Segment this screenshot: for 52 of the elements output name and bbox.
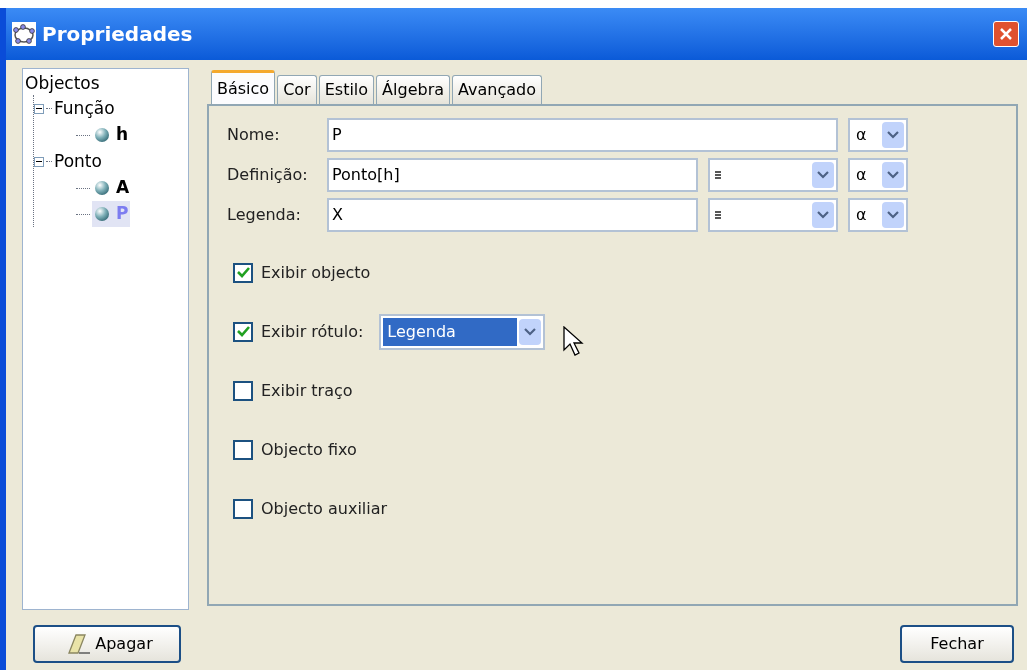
collapse-toggle[interactable] <box>34 103 44 114</box>
checkbox-label: Exibir rótulo: <box>261 320 364 343</box>
checkbox[interactable] <box>233 439 253 460</box>
chevron-down-icon <box>817 171 829 179</box>
sphere-icon <box>94 180 110 196</box>
chevron-down-icon <box>524 327 537 336</box>
chevron-down-icon <box>887 131 899 139</box>
checkbox-label: Objecto fixo <box>261 438 357 461</box>
chevron-down-icon <box>887 171 899 179</box>
checkbox[interactable] <box>233 262 253 283</box>
checkbox[interactable] <box>233 498 253 519</box>
checkbox-label: Objecto auxiliar <box>261 497 388 520</box>
tab[interactable]: Estilo <box>318 75 375 104</box>
chevron-down-icon <box>817 211 829 219</box>
sphere-icon <box>94 206 110 222</box>
text-field[interactable]: X <box>327 198 698 232</box>
window-title: Propriedades <box>42 21 194 48</box>
alpha-dropdown[interactable]: α <box>848 158 908 192</box>
tab[interactable]: Cor <box>277 75 317 104</box>
delete-button[interactable]: Apagar <box>33 625 181 663</box>
chevron-down-icon <box>887 211 899 219</box>
close-dialog-button[interactable]: Fechar <box>900 625 1014 663</box>
mouse-cursor-icon <box>563 325 586 358</box>
symbol-icon <box>714 211 722 219</box>
text-field[interactable]: P <box>327 118 838 152</box>
alpha-dropdown[interactable]: α <box>848 198 908 232</box>
tree-root: Objectos <box>25 72 101 95</box>
close-icon <box>999 27 1013 41</box>
collapse-toggle[interactable] <box>34 156 44 167</box>
text-field[interactable]: Ponto[h] <box>327 158 698 192</box>
tab[interactable]: Avançado <box>452 75 542 104</box>
tree-item[interactable]: Função <box>54 95 115 122</box>
app-logo-icon <box>12 22 36 46</box>
checkbox-label: Exibir traço <box>261 379 353 402</box>
close-button[interactable] <box>993 21 1019 47</box>
checkmark-icon <box>236 267 250 278</box>
tab[interactable]: Básico <box>211 70 276 104</box>
checkbox[interactable] <box>233 321 253 342</box>
field-label: Nome: <box>227 124 281 146</box>
tree-leaf[interactable]: h <box>92 122 131 148</box>
checkbox-label: Exibir objecto <box>261 261 371 284</box>
alpha-dropdown[interactable]: α <box>848 118 908 152</box>
field-label: Definição: <box>227 164 309 186</box>
field-label: Legenda: <box>227 204 302 226</box>
tab[interactable]: Álgebra <box>376 75 451 104</box>
sphere-icon <box>94 127 110 143</box>
label-dropdown[interactable]: Legenda <box>379 313 546 350</box>
tree-leaf[interactable]: A <box>92 175 132 201</box>
checkbox[interactable] <box>233 380 253 401</box>
tree-item[interactable]: Ponto <box>54 148 102 175</box>
checkmark-icon <box>236 326 250 337</box>
symbol-icon <box>714 171 722 179</box>
